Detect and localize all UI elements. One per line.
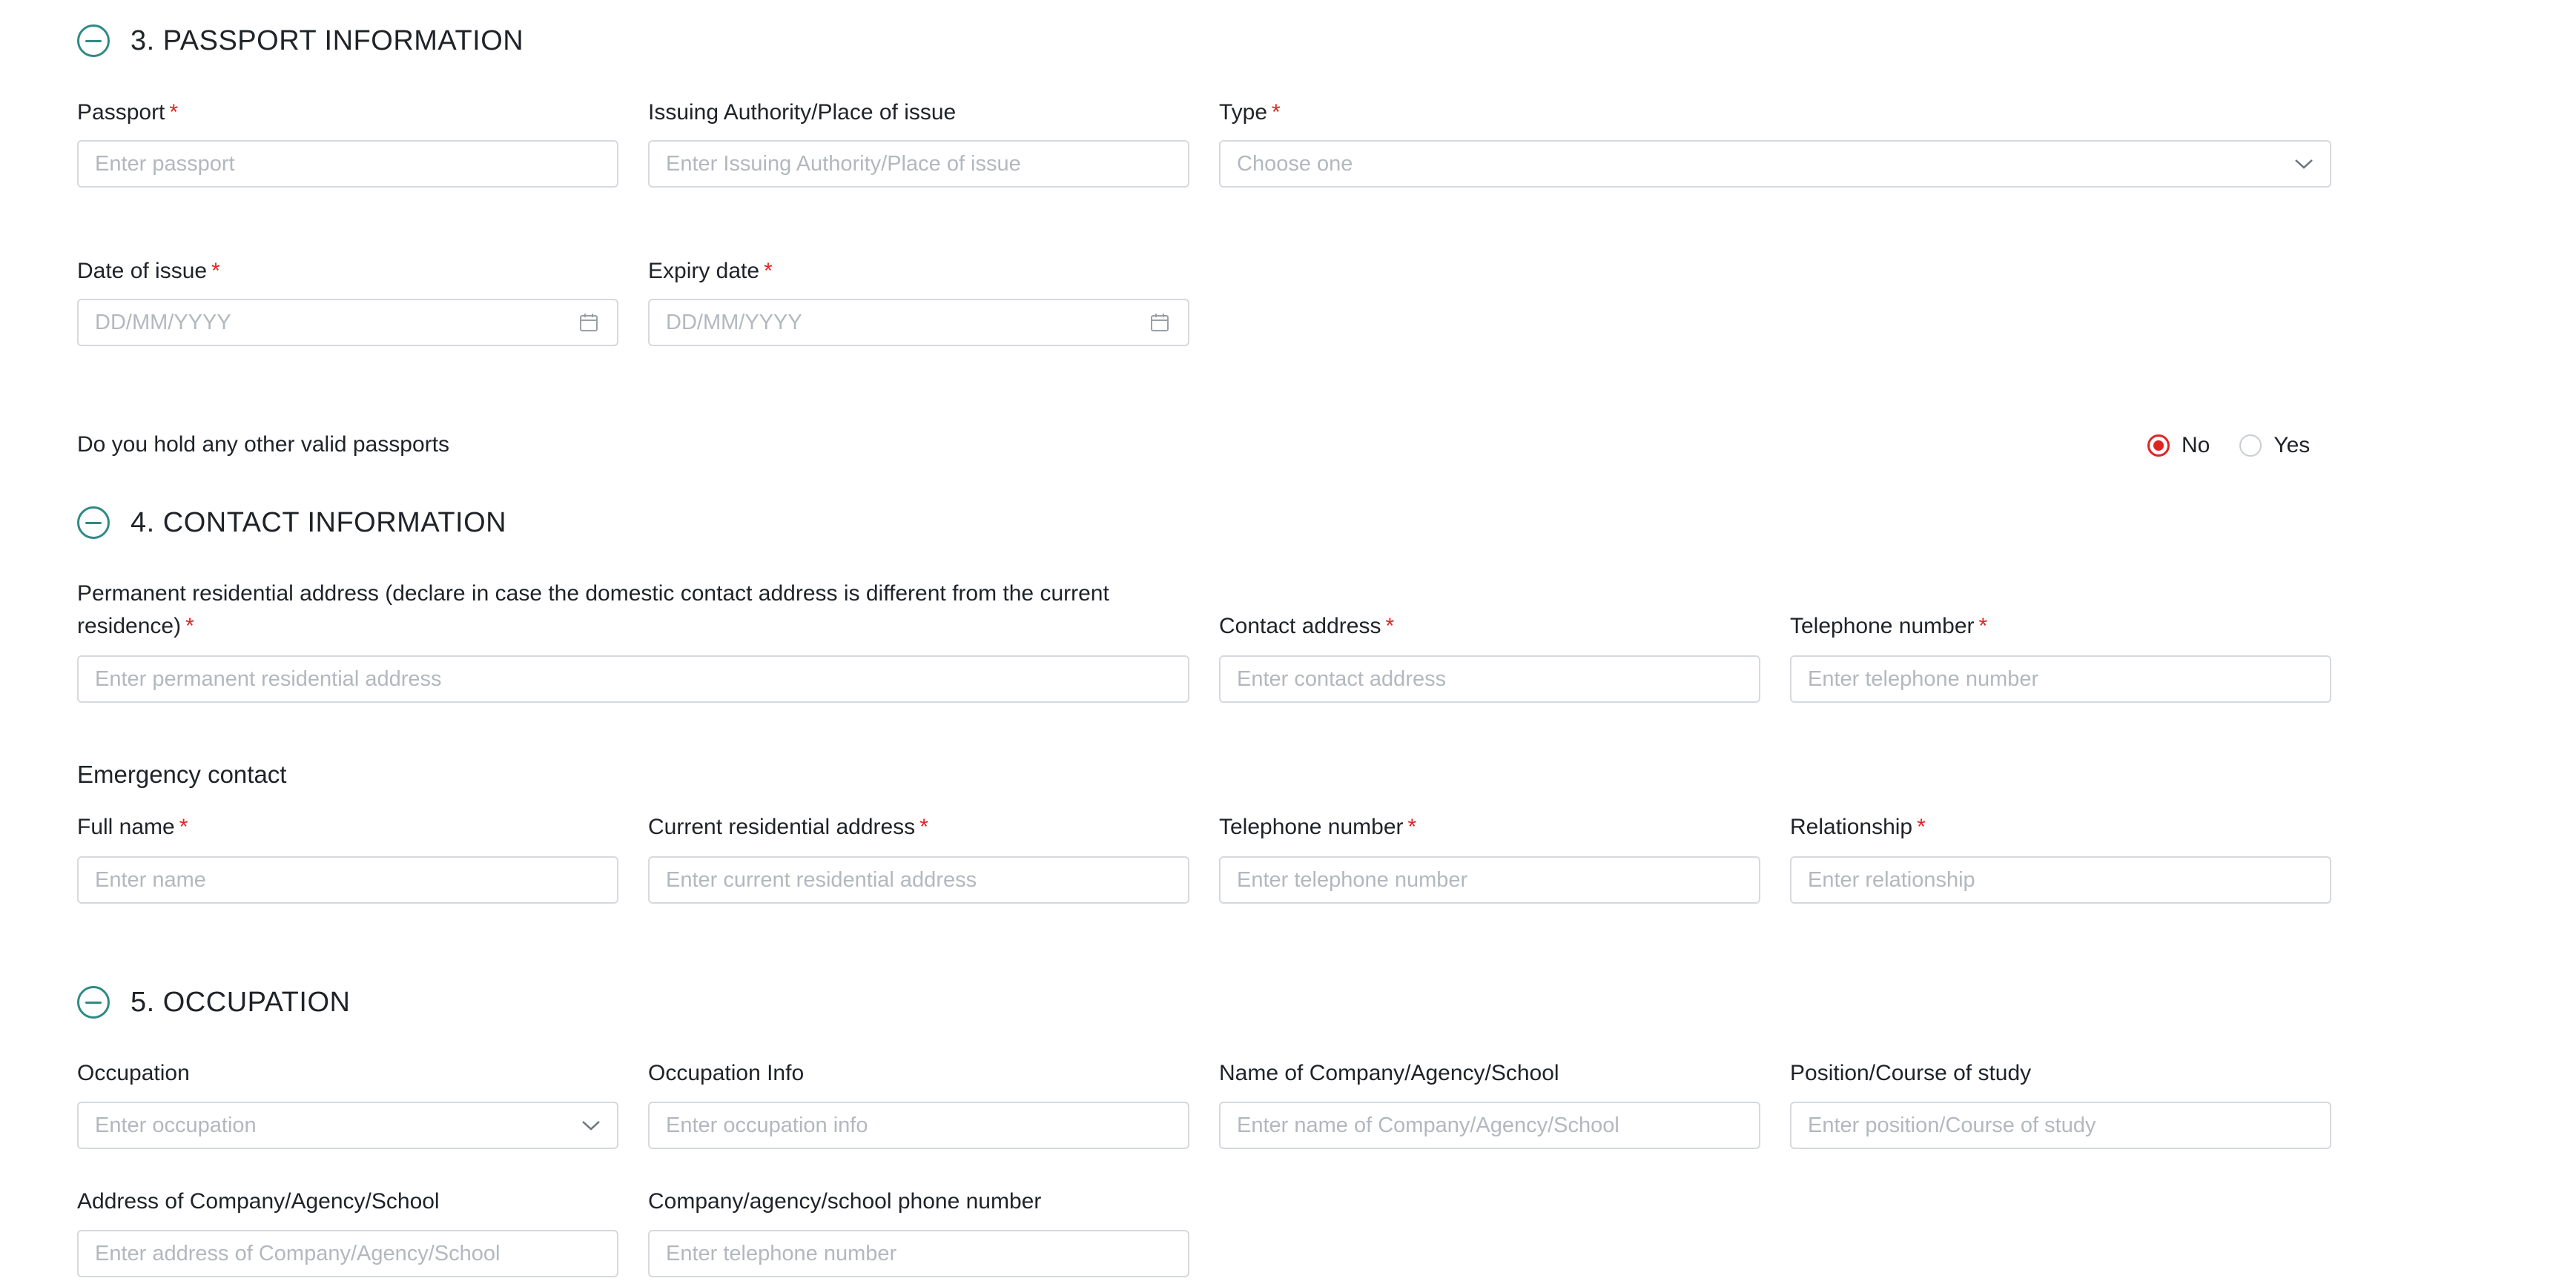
company-address-input[interactable]: [77, 1230, 618, 1277]
application-form: 3. PASSPORT INFORMATION Passport* Issuin…: [0, 0, 2576, 1284]
required-mark: *: [1385, 614, 1395, 638]
expiry-date-input[interactable]: [648, 299, 1189, 346]
minus-icon: [85, 39, 102, 42]
required-mark: *: [1272, 100, 1281, 125]
emergency-address-input[interactable]: [648, 856, 1189, 904]
required-mark: *: [185, 614, 194, 638]
position-input[interactable]: [1790, 1102, 2331, 1149]
authority-label: Issuing Authority/Place of issue: [648, 100, 957, 125]
passport-label: Passport *: [77, 100, 179, 125]
type-select-value: Choose one: [1237, 151, 1353, 176]
calendar-icon[interactable]: [578, 312, 599, 333]
minus-icon: [85, 521, 102, 524]
telephone-label: Telephone number *: [1790, 614, 1988, 638]
emergency-name-input[interactable]: [77, 856, 618, 904]
expiry-date-label: Expiry date *: [648, 259, 773, 283]
other-passports-radio-group: No Yes: [2147, 433, 2339, 458]
issue-date-label: Date of issue *: [77, 259, 220, 283]
type-label: Type *: [1219, 100, 1281, 125]
required-mark: *: [1917, 815, 1926, 839]
emergency-address-label: Current residential address *: [648, 815, 928, 839]
required-mark: *: [211, 259, 220, 283]
radio-no-label: No: [2182, 433, 2210, 457]
required-mark: *: [919, 815, 928, 839]
occupation-label: Occupation: [77, 1061, 190, 1085]
chevron-down-icon: [582, 1121, 600, 1131]
permanent-address-label: Permanent residential address (declare i…: [77, 581, 1109, 638]
passport-input[interactable]: [77, 140, 618, 188]
section-passport-title: 3. PASSPORT INFORMATION: [131, 24, 524, 56]
required-mark: *: [169, 100, 179, 125]
radio-option-yes[interactable]: Yes: [2239, 433, 2310, 458]
telephone-input[interactable]: [1790, 655, 2331, 703]
relationship-input[interactable]: [1790, 856, 2331, 904]
section-contact-header: 4. CONTACT INFORMATION: [77, 506, 506, 539]
calendar-icon[interactable]: [1149, 312, 1170, 333]
occupation-select[interactable]: Enter occupation: [77, 1102, 618, 1149]
required-mark: *: [179, 815, 188, 839]
relationship-label: Relationship *: [1790, 815, 1926, 839]
section-passport-header: 3. PASSPORT INFORMATION: [77, 24, 524, 57]
emergency-telephone-label: Telephone number *: [1219, 815, 1417, 839]
occupation-select-value: Enter occupation: [95, 1113, 257, 1137]
occupation-info-input[interactable]: [648, 1102, 1189, 1149]
permanent-address-input[interactable]: [77, 655, 1189, 703]
issue-date-input[interactable]: [77, 299, 618, 346]
company-address-label: Address of Company/Agency/School: [77, 1189, 440, 1214]
other-passports-question: Do you hold any other valid passports: [77, 432, 449, 457]
company-phone-input[interactable]: [648, 1230, 1189, 1277]
required-mark: *: [1407, 815, 1417, 839]
chevron-down-icon: [2295, 159, 2313, 169]
company-name-input[interactable]: [1219, 1102, 1760, 1149]
authority-input[interactable]: [648, 140, 1189, 188]
type-select[interactable]: Choose one: [1219, 140, 2331, 188]
minus-icon: [85, 1001, 102, 1004]
company-name-label: Name of Company/Agency/School: [1219, 1061, 1559, 1085]
radio-option-no[interactable]: No: [2147, 433, 2210, 458]
contact-address-input[interactable]: [1219, 655, 1760, 703]
company-phone-label: Company/agency/school phone number: [648, 1189, 1042, 1214]
required-mark: *: [1978, 614, 1988, 638]
position-label: Position/Course of study: [1790, 1061, 2032, 1085]
section-occupation-title: 5. OCCUPATION: [131, 986, 351, 1018]
collapse-contact-button[interactable]: [77, 506, 110, 539]
required-mark: *: [764, 259, 773, 283]
emergency-contact-heading: Emergency contact: [77, 761, 287, 788]
contact-address-label: Contact address *: [1219, 614, 1395, 638]
radio-yes-label: Yes: [2273, 433, 2311, 457]
collapse-passport-button[interactable]: [77, 24, 110, 57]
collapse-occupation-button[interactable]: [77, 986, 110, 1019]
section-contact-title: 4. CONTACT INFORMATION: [131, 506, 507, 538]
occupation-info-label: Occupation Info: [648, 1061, 805, 1085]
emergency-telephone-input[interactable]: [1219, 856, 1760, 904]
radio-yes[interactable]: [2239, 434, 2262, 457]
section-occupation-header: 5. OCCUPATION: [77, 986, 350, 1019]
emergency-name-label: Full name *: [77, 815, 188, 839]
radio-no[interactable]: [2147, 434, 2170, 457]
